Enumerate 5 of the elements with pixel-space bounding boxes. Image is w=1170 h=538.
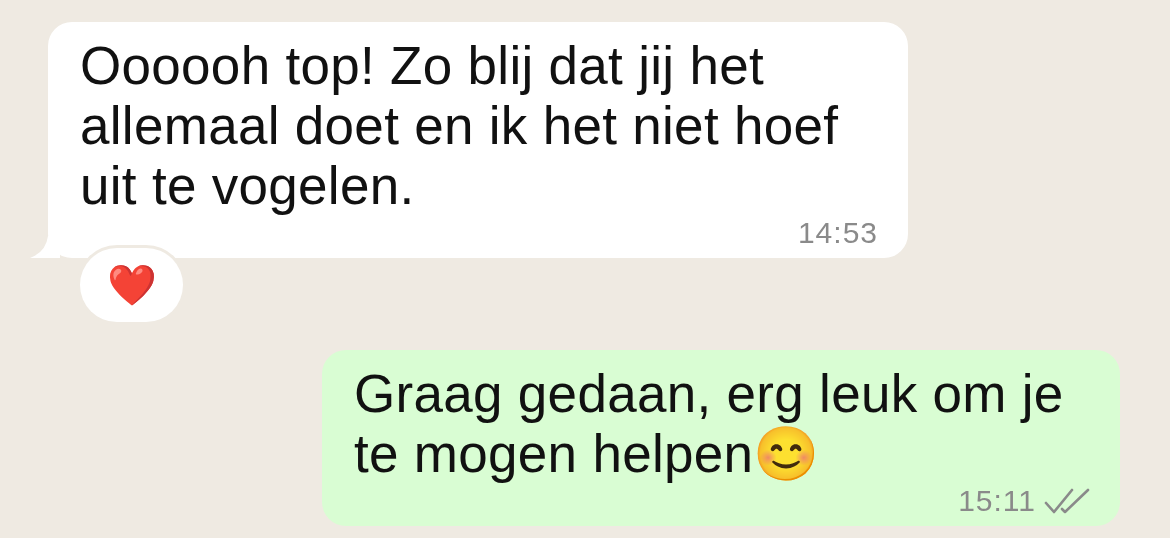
message-text: Oooooh top! Zo blij dat jij het allemaal doet en ik het niet hoef uit te vogelen.	[80, 36, 840, 216]
message-text: Graag gedaan, erg leuk om je te mogen helpen😊	[354, 364, 1065, 484]
message-time: 14:53	[797, 216, 878, 250]
message-time: 15:11	[958, 484, 1036, 518]
reaction[interactable]: ❤	[80, 248, 183, 322]
